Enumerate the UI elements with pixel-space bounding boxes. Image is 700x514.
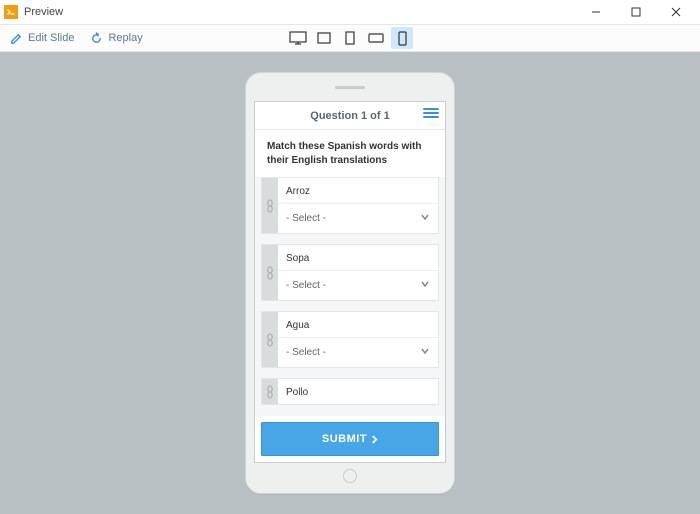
match-select[interactable]: - Select - xyxy=(278,270,438,300)
match-select[interactable]: - Select - xyxy=(278,203,438,233)
app-icon xyxy=(4,5,18,19)
chevron-right-icon xyxy=(371,435,378,444)
device-tablet-landscape[interactable] xyxy=(313,27,335,49)
match-item-label: Agua xyxy=(278,312,438,337)
select-placeholder: - Select - xyxy=(286,280,326,291)
submit-button[interactable]: SUBMIT xyxy=(261,422,439,456)
window-controls xyxy=(576,0,696,24)
question-header: Question 1 of 1 xyxy=(255,102,445,130)
pencil-icon xyxy=(10,32,23,45)
match-item[interactable]: Arroz - Select - xyxy=(261,177,439,234)
question-counter: Question 1 of 1 xyxy=(255,110,445,122)
titlebar: Preview xyxy=(0,0,700,24)
question-prompt: Match these Spanish words with their Eng… xyxy=(255,130,445,177)
match-item[interactable]: Agua - Select - xyxy=(261,311,439,368)
phone-frame: Question 1 of 1 Match these Spanish word… xyxy=(245,72,455,494)
match-item-label: Arroz xyxy=(278,178,438,203)
drag-handle-icon[interactable] xyxy=(262,312,278,367)
match-item[interactable]: Pollo xyxy=(261,378,439,405)
submit-label: SUBMIT xyxy=(322,433,367,445)
match-item[interactable]: Sopa - Select - xyxy=(261,244,439,301)
submit-bar: SUBMIT xyxy=(255,416,445,462)
drag-handle-icon[interactable] xyxy=(262,245,278,300)
device-phone-portrait[interactable] xyxy=(391,27,413,49)
close-button[interactable] xyxy=(656,0,696,24)
match-select[interactable]: - Select - xyxy=(278,337,438,367)
replay-icon xyxy=(90,32,103,45)
preview-stage: Question 1 of 1 Match these Spanish word… xyxy=(0,52,700,514)
device-toggle xyxy=(287,27,413,49)
question-body: Match these Spanish words with their Eng… xyxy=(255,130,445,462)
chevron-down-icon xyxy=(420,279,430,292)
drag-handle-icon[interactable] xyxy=(262,178,278,233)
edit-slide-button[interactable]: Edit Slide xyxy=(10,32,74,45)
menu-icon[interactable] xyxy=(423,108,439,118)
phone-speaker xyxy=(335,86,365,89)
replay-button[interactable]: Replay xyxy=(90,32,142,45)
chevron-down-icon xyxy=(420,346,430,359)
device-phone-landscape[interactable] xyxy=(365,27,387,49)
window-title: Preview xyxy=(24,6,63,18)
phone-screen: Question 1 of 1 Match these Spanish word… xyxy=(254,101,446,463)
select-placeholder: - Select - xyxy=(286,213,326,224)
match-item-label: Sopa xyxy=(278,245,438,270)
phone-home-button xyxy=(343,469,357,483)
edit-slide-label: Edit Slide xyxy=(28,32,74,44)
device-desktop[interactable] xyxy=(287,27,309,49)
match-item-label: Pollo xyxy=(278,379,438,404)
drag-handle-icon[interactable] xyxy=(262,379,278,404)
select-placeholder: - Select - xyxy=(286,347,326,358)
match-items-container: Arroz - Select - Sopa - Select xyxy=(255,177,445,416)
chevron-down-icon xyxy=(420,212,430,225)
replay-label: Replay xyxy=(108,32,142,44)
device-tablet-portrait[interactable] xyxy=(339,27,361,49)
toolbar: Edit Slide Replay xyxy=(0,24,700,52)
maximize-button[interactable] xyxy=(616,0,656,24)
minimize-button[interactable] xyxy=(576,0,616,24)
